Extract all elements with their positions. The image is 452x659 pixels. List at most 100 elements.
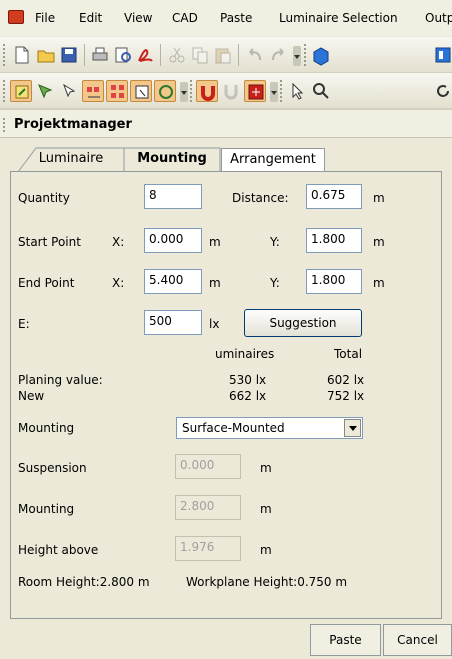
panel-grip[interactable] bbox=[3, 118, 5, 132]
save-icon[interactable] bbox=[58, 44, 80, 66]
results-total-header: Total bbox=[334, 347, 363, 361]
planing-value-label: Planing value: bbox=[18, 373, 103, 387]
toolbar-separator bbox=[238, 44, 239, 66]
mounting-height-input[interactable]: 2.800 bbox=[175, 495, 241, 520]
cursor-icon[interactable] bbox=[286, 80, 308, 102]
menu-edit[interactable]: Edit bbox=[79, 11, 102, 25]
mounting-type-label: Mounting bbox=[18, 421, 75, 435]
zoom-icon[interactable] bbox=[310, 80, 332, 102]
start-y-input[interactable]: 1.800 bbox=[306, 228, 362, 253]
new-icon[interactable] bbox=[10, 44, 32, 66]
mounting-type-select[interactable]: Surface-Mounted bbox=[176, 417, 363, 439]
quantity-label: Quantity bbox=[18, 191, 70, 205]
toolbar-options-icon[interactable] bbox=[180, 82, 188, 102]
snap-icon[interactable] bbox=[220, 80, 242, 102]
suspension-label: Suspension bbox=[18, 461, 87, 475]
toolbar-tools bbox=[0, 73, 452, 109]
mounting-height-label: Mounting bbox=[18, 502, 75, 516]
start-x-unit: m bbox=[209, 235, 221, 249]
distance-input[interactable]: 0.675 bbox=[306, 184, 362, 209]
paste-button[interactable]: Paste bbox=[310, 624, 381, 656]
illuminance-label: E: bbox=[18, 317, 30, 331]
arrange-point-icon[interactable] bbox=[130, 80, 152, 102]
menu-file[interactable]: File bbox=[35, 11, 55, 25]
panel-title: Projektmanager bbox=[0, 109, 452, 138]
menu-cad[interactable]: CAD bbox=[172, 11, 198, 25]
tab-luminaire[interactable]: Luminaire bbox=[18, 148, 124, 172]
print-preview-icon[interactable] bbox=[112, 44, 134, 66]
toolbar-options-icon[interactable] bbox=[270, 82, 278, 102]
menu-paste[interactable]: Paste bbox=[220, 11, 252, 25]
tab-arrangement[interactable]: Arrangement bbox=[221, 148, 325, 172]
height-above-label: Height above bbox=[18, 543, 99, 557]
select-tool-icon[interactable] bbox=[34, 80, 56, 102]
cut-icon[interactable] bbox=[166, 44, 188, 66]
menu-luminaire-selection[interactable]: Luminaire Selection bbox=[279, 11, 398, 25]
end-point-label: End Point bbox=[18, 276, 75, 290]
chevron-down-icon[interactable] bbox=[344, 419, 361, 437]
room-height-text: Room Height:2.800 m bbox=[18, 575, 150, 589]
quantity-input[interactable]: 8 bbox=[144, 184, 202, 209]
menu-view[interactable]: View bbox=[124, 11, 152, 25]
undo-icon[interactable] bbox=[244, 44, 266, 66]
print-icon[interactable] bbox=[89, 44, 111, 66]
cancel-button[interactable]: Cancel bbox=[383, 624, 452, 656]
copy-icon[interactable] bbox=[189, 44, 211, 66]
start-x-input[interactable]: 0.000 bbox=[144, 228, 202, 253]
rotate-icon[interactable] bbox=[432, 80, 452, 102]
distance-label: Distance: bbox=[232, 191, 289, 205]
panel-title-text: Projektmanager bbox=[14, 117, 132, 132]
end-x-unit: m bbox=[209, 276, 221, 290]
start-y-unit: m bbox=[373, 235, 385, 249]
pdf-icon[interactable] bbox=[135, 44, 157, 66]
luminaire-tool-icon[interactable] bbox=[10, 80, 32, 102]
toolbar-separator bbox=[160, 44, 161, 66]
toolbar-grip[interactable] bbox=[280, 80, 283, 102]
suspension-input[interactable]: 0.000 bbox=[175, 454, 241, 479]
illuminance-input[interactable]: 500 bbox=[144, 310, 202, 335]
menu-bar: File Edit View CAD Paste Luminaire Selec… bbox=[0, 0, 452, 36]
planing-total-value: 602 lx bbox=[327, 373, 365, 387]
toolbar-grip[interactable] bbox=[3, 80, 6, 102]
snap-grid-icon[interactable] bbox=[244, 80, 266, 102]
mounting-height-unit: m bbox=[260, 502, 272, 516]
magnet-icon[interactable] bbox=[196, 80, 218, 102]
new-value-label: New bbox=[18, 389, 45, 403]
illuminance-unit: lx bbox=[209, 317, 220, 331]
end-x-label: X: bbox=[112, 276, 125, 290]
toolbar-grip[interactable] bbox=[304, 44, 307, 66]
end-y-input[interactable]: 1.800 bbox=[306, 269, 362, 294]
layout-icon[interactable] bbox=[432, 44, 452, 66]
pointer-tool-icon[interactable] bbox=[58, 80, 80, 102]
toolbar-separator bbox=[84, 44, 85, 66]
suspension-unit: m bbox=[260, 461, 272, 475]
arrange-circle-icon[interactable] bbox=[154, 80, 176, 102]
results-luminaires-header: uminaires bbox=[215, 347, 275, 361]
mounting-type-value: Surface-Mounted bbox=[182, 421, 285, 435]
end-y-label: Y: bbox=[270, 276, 280, 290]
tab-mounting[interactable]: Mounting bbox=[124, 148, 220, 172]
height-above-input[interactable]: 1.976 bbox=[175, 536, 241, 561]
arrange-row-icon[interactable] bbox=[82, 80, 104, 102]
start-x-label: X: bbox=[112, 235, 125, 249]
arrange-field-icon[interactable] bbox=[106, 80, 128, 102]
end-x-input[interactable]: 5.400 bbox=[144, 269, 202, 294]
paste-icon[interactable] bbox=[212, 44, 234, 66]
workplane-height-text: Workplane Height:0.750 m bbox=[186, 575, 348, 589]
height-above-unit: m bbox=[260, 543, 272, 557]
distance-unit: m bbox=[373, 191, 385, 205]
app-icon[interactable] bbox=[8, 10, 24, 24]
menu-output[interactable]: Outp bbox=[425, 11, 452, 25]
toolbar-options-icon[interactable] bbox=[293, 46, 301, 66]
toolbar-standard bbox=[0, 37, 452, 73]
new-total-value: 752 lx bbox=[327, 389, 365, 403]
toolbar-grip[interactable] bbox=[3, 44, 6, 66]
open-folder-icon[interactable] bbox=[35, 44, 57, 66]
planing-luminaires-value: 530 lx bbox=[229, 373, 267, 387]
toolbar-grip[interactable] bbox=[190, 80, 193, 102]
new-luminaires-value: 662 lx bbox=[229, 389, 267, 403]
end-y-unit: m bbox=[373, 276, 385, 290]
suggestion-button[interactable]: Suggestion bbox=[244, 309, 362, 337]
redo-icon[interactable] bbox=[267, 44, 289, 66]
3d-view-icon[interactable] bbox=[310, 44, 332, 66]
